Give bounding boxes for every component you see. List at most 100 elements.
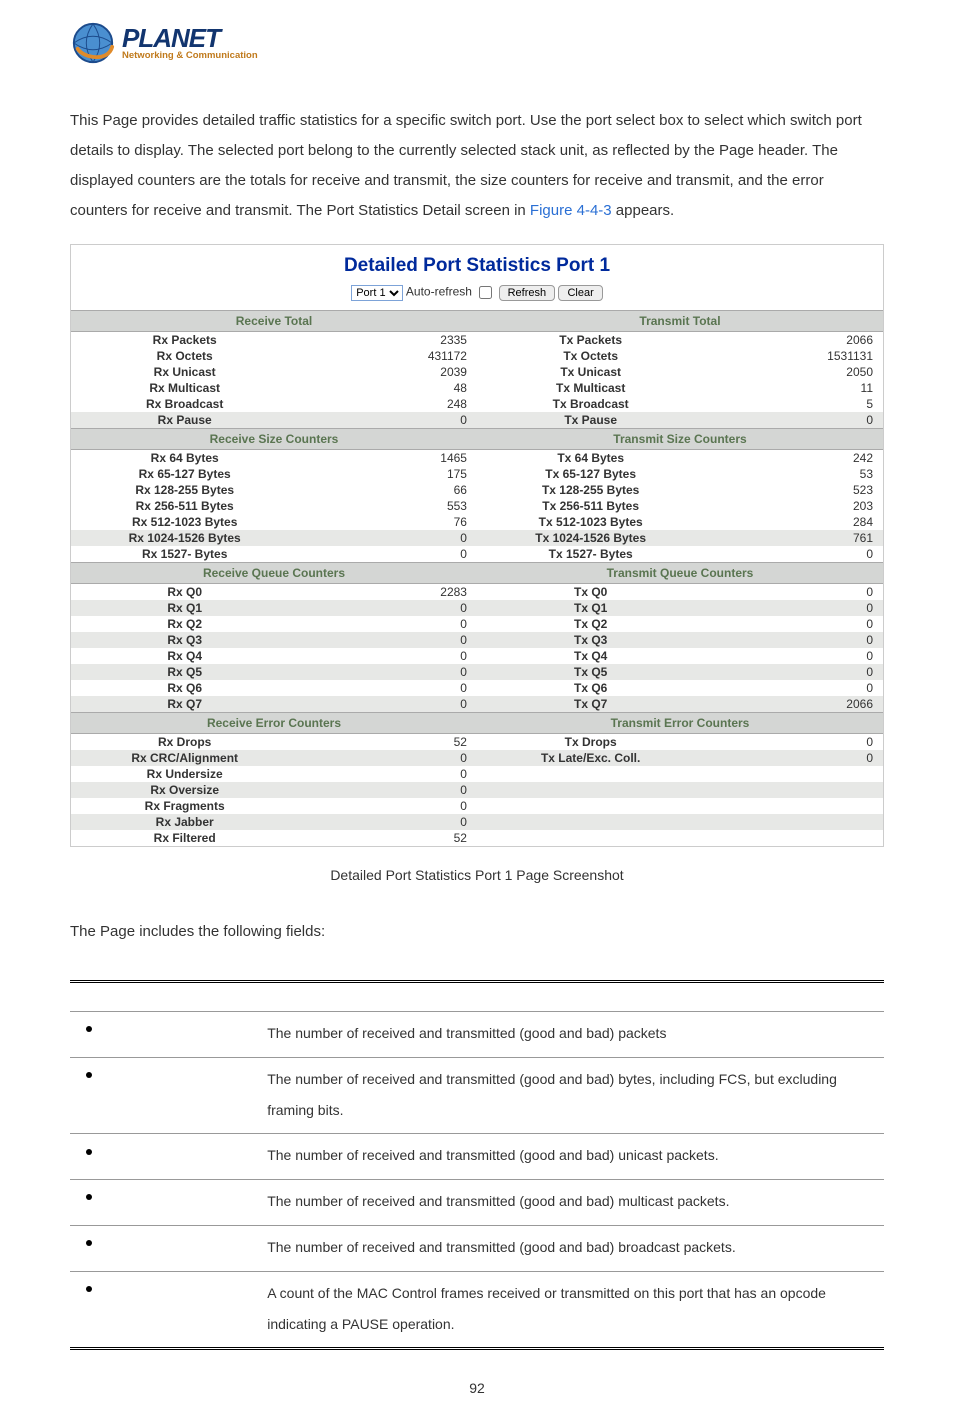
- planet-logo: PLANET Networking & Communication: [70, 20, 884, 66]
- table-row: Rx Q70Tx Q72066: [71, 696, 883, 713]
- rx-value: 431172: [298, 348, 477, 364]
- bullet-icon: [86, 1240, 92, 1246]
- field-description: The number of received and transmitted (…: [257, 1225, 884, 1271]
- tx-value: 1531131: [704, 348, 883, 364]
- tx-label: Tx 256-511 Bytes: [477, 498, 704, 514]
- rx-value: 2335: [298, 332, 477, 349]
- table-row: Rx Filtered52: [71, 830, 883, 846]
- rx-value: 175: [298, 466, 477, 482]
- tx-label: Tx Packets: [477, 332, 704, 349]
- table-row: Rx Broadcast248Tx Broadcast5: [71, 396, 883, 412]
- rx-value: 52: [298, 734, 477, 751]
- section-header-rx: Receive Queue Counters: [71, 563, 477, 584]
- table-row: Rx 1024-1526 Bytes0Tx 1024-1526 Bytes761: [71, 530, 883, 546]
- tx-value: 0: [704, 632, 883, 648]
- rx-label: Rx 512-1023 Bytes: [71, 514, 298, 530]
- section-header-tx: Transmit Queue Counters: [477, 563, 883, 584]
- table-row: Rx Oversize0: [71, 782, 883, 798]
- figure-link[interactable]: Figure 4-4-3: [530, 202, 612, 219]
- rx-label: Rx Multicast: [71, 380, 298, 396]
- rx-label: Rx Q7: [71, 696, 298, 713]
- intro-text-after: appears.: [612, 202, 675, 219]
- tx-value: 5: [704, 396, 883, 412]
- field-row: The number of received and transmitted (…: [70, 1180, 884, 1226]
- rx-label: Rx 1527- Bytes: [71, 546, 298, 563]
- table-row: Rx Unicast2039Tx Unicast2050: [71, 364, 883, 380]
- tx-value: 0: [704, 616, 883, 632]
- tx-value: 2066: [704, 696, 883, 713]
- rx-value: 66: [298, 482, 477, 498]
- tx-value: 0: [704, 600, 883, 616]
- table-row: Rx Q10Tx Q10: [71, 600, 883, 616]
- tx-label: Tx Late/Exc. Coll.: [477, 750, 704, 766]
- logo-sub-text: Networking & Communication: [122, 51, 258, 61]
- tx-value: [704, 830, 883, 846]
- refresh-button[interactable]: Refresh: [499, 285, 556, 301]
- tx-value: 0: [704, 750, 883, 766]
- intro-paragraph: This Page provides detailed traffic stat…: [70, 106, 884, 226]
- clear-button[interactable]: Clear: [558, 285, 602, 301]
- rx-label: Rx Q5: [71, 664, 298, 680]
- rx-label: Rx 65-127 Bytes: [71, 466, 298, 482]
- field-description: The number of received and transmitted (…: [257, 1012, 884, 1058]
- rx-value: 248: [298, 396, 477, 412]
- tx-label: Tx Q5: [477, 664, 704, 680]
- tx-value: 0: [704, 664, 883, 680]
- auto-refresh-checkbox[interactable]: [479, 286, 492, 299]
- tx-label: Tx 1024-1526 Bytes: [477, 530, 704, 546]
- rx-value: 0: [298, 546, 477, 563]
- rx-value: 0: [298, 766, 477, 782]
- field-row: The number of received and transmitted (…: [70, 1057, 884, 1134]
- tx-value: [704, 782, 883, 798]
- rx-value: 0: [298, 664, 477, 680]
- rx-value: 48: [298, 380, 477, 396]
- tx-label: Tx Broadcast: [477, 396, 704, 412]
- rx-value: 0: [298, 750, 477, 766]
- tx-label: Tx Octets: [477, 348, 704, 364]
- tx-label: Tx Pause: [477, 412, 704, 429]
- table-row: Rx Q60Tx Q60: [71, 680, 883, 696]
- tx-value: 284: [704, 514, 883, 530]
- tx-label: [477, 782, 704, 798]
- rx-value: 0: [298, 412, 477, 429]
- rx-label: Rx Fragments: [71, 798, 298, 814]
- rx-label: Rx Q2: [71, 616, 298, 632]
- rx-label: Rx 1024-1526 Bytes: [71, 530, 298, 546]
- tx-value: 0: [704, 648, 883, 664]
- logo-main-text: PLANET: [122, 25, 258, 51]
- tx-value: 523: [704, 482, 883, 498]
- rx-value: 0: [298, 632, 477, 648]
- tx-value: 53: [704, 466, 883, 482]
- section-header-rx: Receive Total: [71, 311, 477, 332]
- field-row: The number of received and transmitted (…: [70, 1134, 884, 1180]
- header-description: [257, 982, 884, 1012]
- tx-label: Tx 512-1023 Bytes: [477, 514, 704, 530]
- table-row: Rx Q20Tx Q20: [71, 616, 883, 632]
- table-row: Rx Q02283Tx Q00: [71, 584, 883, 601]
- bullet-icon: [86, 1149, 92, 1155]
- rx-label: Rx CRC/Alignment: [71, 750, 298, 766]
- rx-value: 0: [298, 680, 477, 696]
- rx-label: Rx Unicast: [71, 364, 298, 380]
- table-row: Rx Jabber0: [71, 814, 883, 830]
- port-select[interactable]: Port 1: [351, 285, 403, 301]
- table-row: Rx CRC/Alignment0Tx Late/Exc. Coll.0: [71, 750, 883, 766]
- tx-value: 0: [704, 546, 883, 563]
- table-row: Rx Q50Tx Q50: [71, 664, 883, 680]
- bullet-icon: [86, 1026, 92, 1032]
- field-description: The number of received and transmitted (…: [257, 1180, 884, 1226]
- rx-value: 0: [298, 798, 477, 814]
- table-row: Rx 256-511 Bytes553Tx 256-511 Bytes203: [71, 498, 883, 514]
- tx-label: [477, 798, 704, 814]
- table-row: Rx Fragments0: [71, 798, 883, 814]
- rx-value: 0: [298, 696, 477, 713]
- rx-label: Rx Packets: [71, 332, 298, 349]
- table-row: Rx Q40Tx Q40: [71, 648, 883, 664]
- globe-icon: [70, 20, 116, 66]
- table-row: Rx Multicast48Tx Multicast11: [71, 380, 883, 396]
- tx-value: [704, 766, 883, 782]
- tx-label: Tx Q2: [477, 616, 704, 632]
- rx-label: Rx Q0: [71, 584, 298, 601]
- section-header-tx: Transmit Total: [477, 311, 883, 332]
- tx-label: Tx 1527- Bytes: [477, 546, 704, 563]
